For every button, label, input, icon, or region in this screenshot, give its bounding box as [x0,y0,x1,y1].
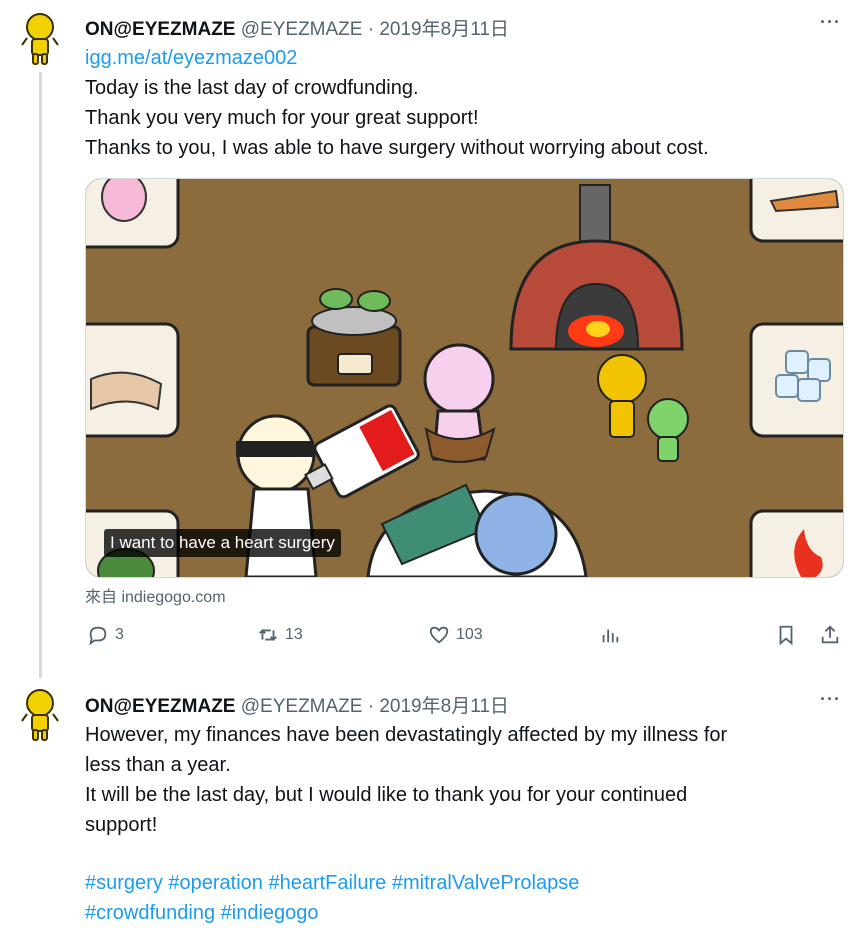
timestamp[interactable]: 2019年8月11日 [379,696,509,717]
display-name[interactable]: ON@EYEZMAZE [85,696,235,717]
media-card-image[interactable] [85,178,844,578]
views-button[interactable] [599,624,621,646]
display-name[interactable]: ON@EYEZMAZE [85,19,235,40]
retweet-icon [259,629,277,641]
user-handle[interactable]: @EYEZMAZE [241,19,363,40]
tweet-line: Today is the last day of crowdfunding. [85,77,419,99]
video-subtitle: I want to have a heart surgery [104,529,341,557]
hashtag-line[interactable]: #crowdfunding #indiegogo [85,898,727,928]
bookmark-icon [779,625,793,646]
share-button[interactable] [819,624,841,646]
retweet-button[interactable]: 13 [257,624,303,646]
tweet-line: less than a year. [85,754,231,776]
views-icon [602,629,619,643]
tweet-text: However, my finances have been devastati… [85,720,727,928]
user-handle[interactable]: @EYEZMAZE [241,696,363,717]
game-illustration [86,179,843,577]
tweet-2[interactable]: ON@EYEZMAZE @EYEZMAZE · 2019年8月11日 ··· H… [0,680,865,934]
tweet-link[interactable]: igg.me/at/eyezmaze002 [85,43,709,73]
like-count: 103 [456,626,483,643]
more-icon[interactable]: ··· [820,12,841,33]
reply-count: 3 [115,626,124,643]
separator: · [367,696,375,717]
bookmark-button[interactable] [775,624,797,646]
tweet-header: ON@EYEZMAZE @EYEZMAZE · 2019年8月11日 [85,691,509,718]
tweet-line: Thank you very much for your great suppo… [85,107,479,129]
avatar[interactable] [20,688,60,742]
tweet-line: It will be the last day, but I would lik… [85,784,688,806]
share-icon [821,625,839,644]
separator: · [367,19,375,40]
like-button[interactable]: 103 [428,624,483,646]
timestamp[interactable]: 2019年8月11日 [379,19,509,40]
like-icon [429,626,449,644]
tweet-actions: 3 13 103 [85,624,845,654]
avatar[interactable] [20,12,60,66]
card-source[interactable]: 來自 indiegogo.com [85,583,226,607]
tweet-line: However, my finances have been devastati… [85,724,728,746]
more-icon[interactable]: ··· [820,689,841,710]
tweet-1[interactable]: ON@EYEZMAZE @EYEZMAZE · 2019年8月11日 ··· i… [0,0,865,680]
tweet-line: Thanks to you, I was able to have surger… [85,137,709,159]
reply-icon [89,626,107,646]
tweet-header: ON@EYEZMAZE @EYEZMAZE · 2019年8月11日 [85,14,509,41]
tweet-line: support! [85,814,158,836]
retweet-count: 13 [285,626,303,643]
hashtag-line[interactable]: #surgery #operation #heartFailure #mitra… [85,868,727,898]
reply-button[interactable]: 3 [87,624,124,646]
tweet-text: igg.me/at/eyezmaze002 Today is the last … [85,43,709,163]
